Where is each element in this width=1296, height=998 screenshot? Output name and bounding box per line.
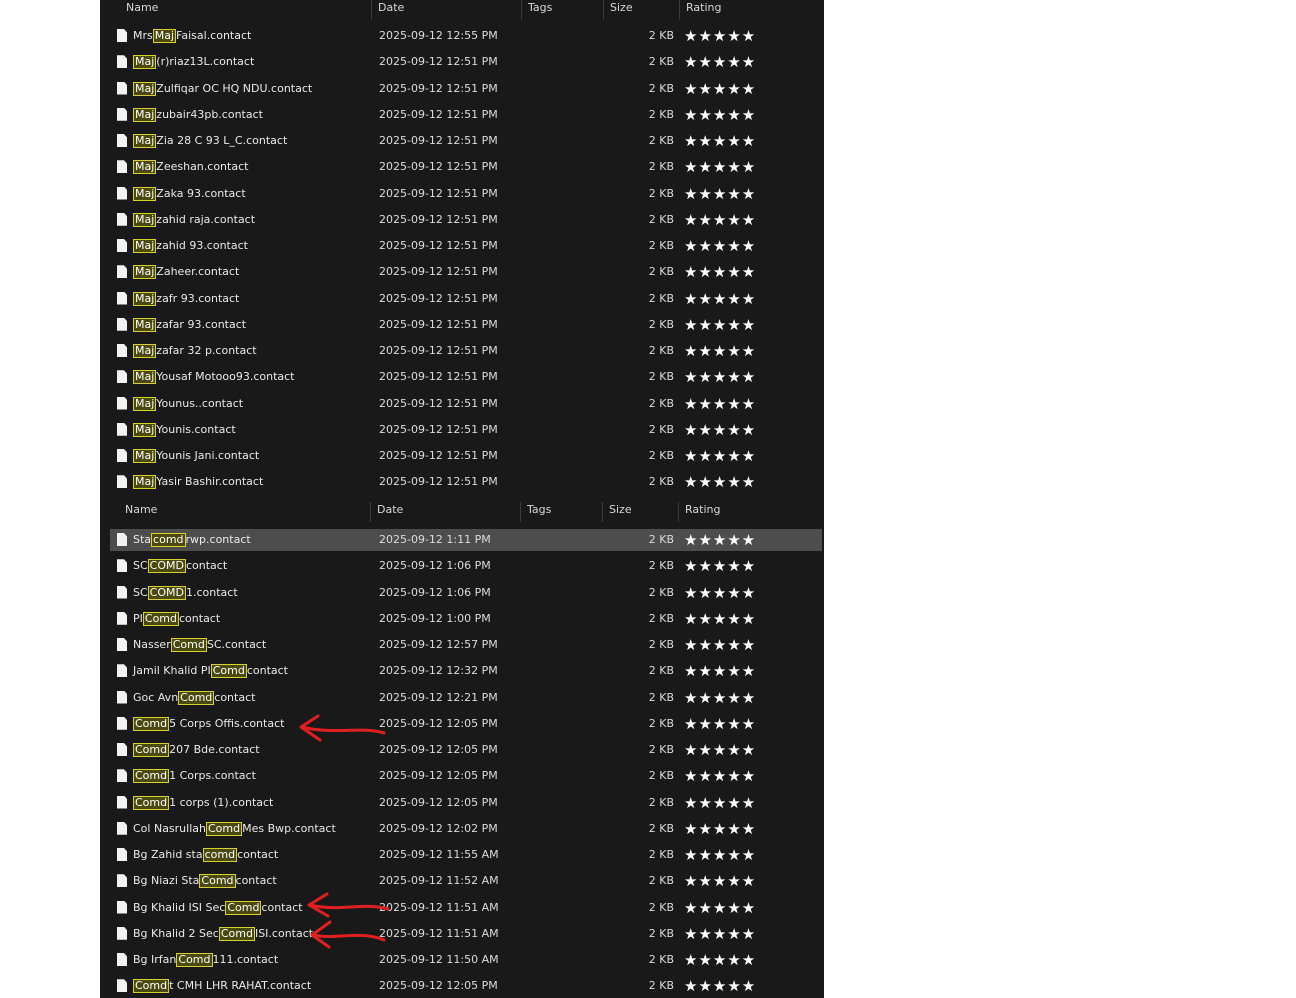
annotation-arrows [299,714,390,949]
arrow-annotation [307,892,390,918]
arrow-annotation [299,714,386,742]
arrow-annotation [310,920,386,949]
